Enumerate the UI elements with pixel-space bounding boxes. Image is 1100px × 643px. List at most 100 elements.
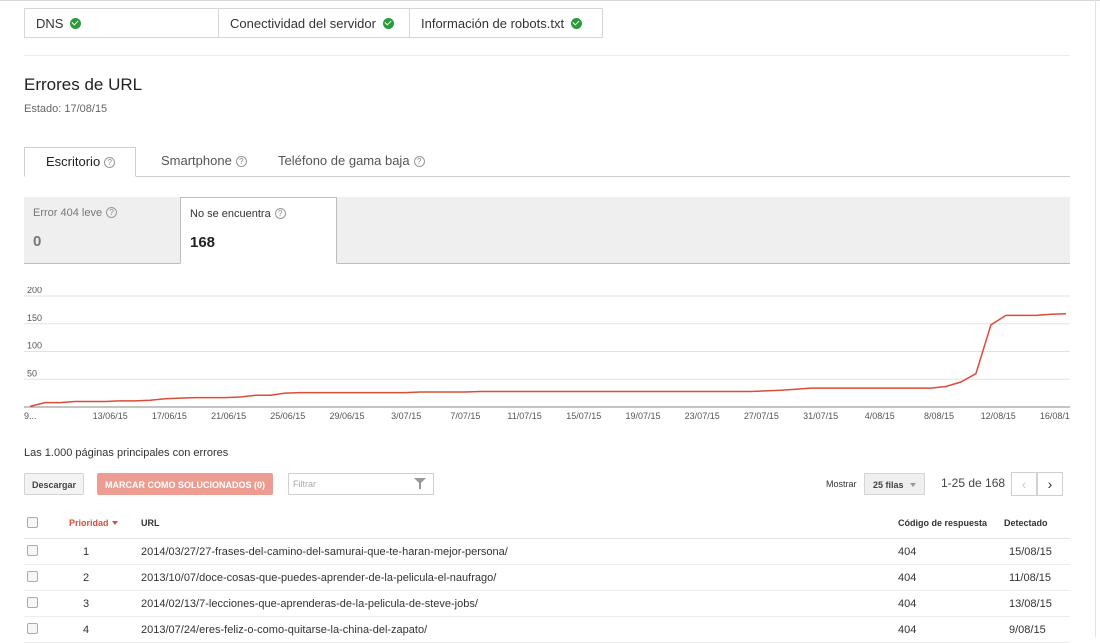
cell-response-code: 404 [897, 590, 1003, 617]
prev-page-button[interactable]: ‹ [1011, 472, 1037, 496]
top-border [0, 0, 1100, 1]
status-server-connectivity[interactable]: Conectividad del servidor [219, 9, 410, 37]
right-border [1095, 0, 1096, 637]
metric-label: No se encuentra [190, 208, 271, 220]
x-tick-label: 3/07/15 [391, 411, 421, 421]
cell-url[interactable]: 2013/07/24/eres-feliz-o-como-quitarse-la… [140, 616, 897, 643]
row-select-cell [24, 538, 68, 565]
cell-url[interactable]: 2014/02/13/7-lecciones-que-aprenderas-de… [140, 590, 897, 617]
metric-value: 168 [190, 234, 216, 251]
status-robots-txt[interactable]: Información de robots.txt [410, 9, 602, 37]
filter-icon [414, 478, 426, 489]
y-tick-label: 150 [27, 313, 42, 323]
row-select-cell [24, 590, 68, 617]
chevron-right-icon: › [1047, 476, 1053, 492]
row-checkbox[interactable] [27, 596, 38, 608]
x-tick-label: 31/07/15 [803, 411, 838, 421]
col-detected[interactable]: Detectado [1003, 508, 1070, 539]
tab-feature-phone[interactable]: Teléfono de gama baja? [278, 147, 425, 176]
rows-per-page-select[interactable]: 25 filas [864, 473, 925, 495]
row-select-cell [24, 616, 68, 643]
col-priority-label: Prioridad [69, 518, 109, 528]
cell-priority: 1 [68, 538, 140, 565]
mark-fixed-button[interactable]: MARCAR COMO SOLUCIONADOS (0) [97, 473, 273, 495]
x-tick-label: 4/08/15 [865, 411, 895, 421]
cell-url[interactable]: 2013/10/07/doce-cosas-que-puedes-aprende… [140, 564, 897, 591]
x-tick-label: 19/07/15 [625, 411, 660, 421]
x-tick-label: 7/07/15 [450, 411, 480, 421]
help-icon[interactable]: ? [104, 157, 116, 168]
divider [24, 55, 1070, 56]
x-tick-label: 16/08/15 [1040, 411, 1070, 421]
status-label: DNS [36, 15, 64, 31]
table-row[interactable]: 4 2013/07/24/eres-feliz-o-como-quitarse-l… [24, 616, 1070, 643]
cell-detected: 15/08/15 [1003, 538, 1070, 565]
pagination-range: 1-25 de 168 [941, 476, 1006, 490]
check-icon [382, 17, 394, 29]
tab-label: Smartphone [161, 153, 232, 168]
help-icon[interactable]: ? [413, 156, 425, 167]
check-icon [70, 17, 82, 29]
help-icon[interactable]: ? [106, 207, 118, 218]
col-priority[interactable]: Prioridad [68, 508, 140, 539]
series-line [29, 313, 1067, 408]
row-checkbox[interactable] [27, 622, 38, 634]
status-dns[interactable]: DNS [25, 9, 219, 37]
error-type-selector: Error 404 leve? 0 No se encuentra? 168 [24, 197, 1070, 264]
x-tick-label: 9... [24, 411, 37, 421]
chevron-left-icon: ‹ [1021, 476, 1027, 492]
table-row[interactable]: 2 2013/10/07/doce-cosas-que-puedes-aprend… [24, 564, 1070, 591]
tab-smartphone[interactable]: Smartphone? [161, 147, 247, 176]
table-header-row: Prioridad URL Código de respuesta Detect… [24, 508, 1070, 539]
crawl-status-row: DNS Conectividad del servidor Informació… [24, 8, 603, 38]
select-all-cell [24, 508, 68, 539]
metric-soft-404[interactable]: Error 404 leve? 0 [24, 197, 180, 263]
filter-input[interactable]: Filtrar [288, 473, 434, 495]
x-tick-label: 17/06/15 [152, 411, 187, 421]
col-url[interactable]: URL [140, 508, 897, 539]
help-icon[interactable]: ? [274, 208, 286, 219]
col-detected-label: Detectado [1004, 518, 1048, 528]
table-row[interactable]: 3 2014/02/13/7-lecciones-que-aprenderas-d… [24, 590, 1070, 617]
row-select-cell [24, 564, 68, 591]
cell-priority: 3 [68, 590, 140, 617]
row-checkbox[interactable] [27, 544, 38, 556]
status-date: Estado: 17/08/15 [24, 103, 108, 115]
cell-url[interactable]: 2014/03/27/27-frases-del-camino-del-samu… [140, 538, 897, 565]
select-all-checkbox[interactable] [27, 516, 38, 528]
cell-detected: 9/08/15 [1003, 616, 1070, 643]
x-tick-label: 8/08/15 [924, 411, 954, 421]
x-tick-label: 27/07/15 [744, 411, 779, 421]
x-tick-label: 11/07/15 [507, 411, 541, 421]
row-checkbox[interactable] [27, 570, 38, 582]
col-response-code-label: Código de respuesta [898, 518, 988, 528]
x-tick-label: 12/08/15 [981, 411, 1016, 421]
errors-line-chart: 200 150 100 50 9... 13/06/15 17/06/15 21/06/15 2… [24, 287, 1070, 421]
x-tick-label: 29/06/15 [329, 411, 364, 421]
device-tabs: Escritorio? Smartphone? Teléfono de gama… [24, 147, 1070, 177]
metric-not-found[interactable]: No se encuentra? 168 [180, 197, 337, 264]
rows-per-page-value: 25 filas [873, 480, 904, 490]
tab-label: Escritorio [46, 154, 101, 169]
metric-value: 0 [33, 233, 42, 250]
x-tick-label: 15/07/15 [566, 411, 601, 421]
col-response-code[interactable]: Código de respuesta [897, 508, 1003, 539]
next-page-button[interactable]: › [1037, 472, 1063, 496]
status-label: Información de robots.txt [421, 15, 565, 31]
cell-priority: 2 [68, 564, 140, 591]
cell-response-code: 404 [897, 564, 1003, 591]
cell-response-code: 404 [897, 616, 1003, 643]
check-icon [571, 17, 583, 29]
tab-desktop[interactable]: Escritorio? [24, 147, 137, 177]
x-tick-label: 13/06/15 [93, 411, 128, 421]
table-row[interactable]: 1 2014/03/27/27-frases-del-camino-del-sam… [24, 538, 1070, 565]
y-tick-label: 200 [27, 287, 42, 295]
download-button[interactable]: Descargar [24, 473, 85, 495]
help-icon[interactable]: ? [235, 156, 247, 167]
chevron-down-icon [909, 483, 916, 487]
cell-response-code: 404 [897, 538, 1003, 565]
metric-label: Error 404 leve [33, 207, 103, 219]
cell-priority: 4 [68, 616, 140, 643]
tab-label: Teléfono de gama baja [278, 153, 410, 168]
cell-detected: 13/08/15 [1003, 590, 1070, 617]
